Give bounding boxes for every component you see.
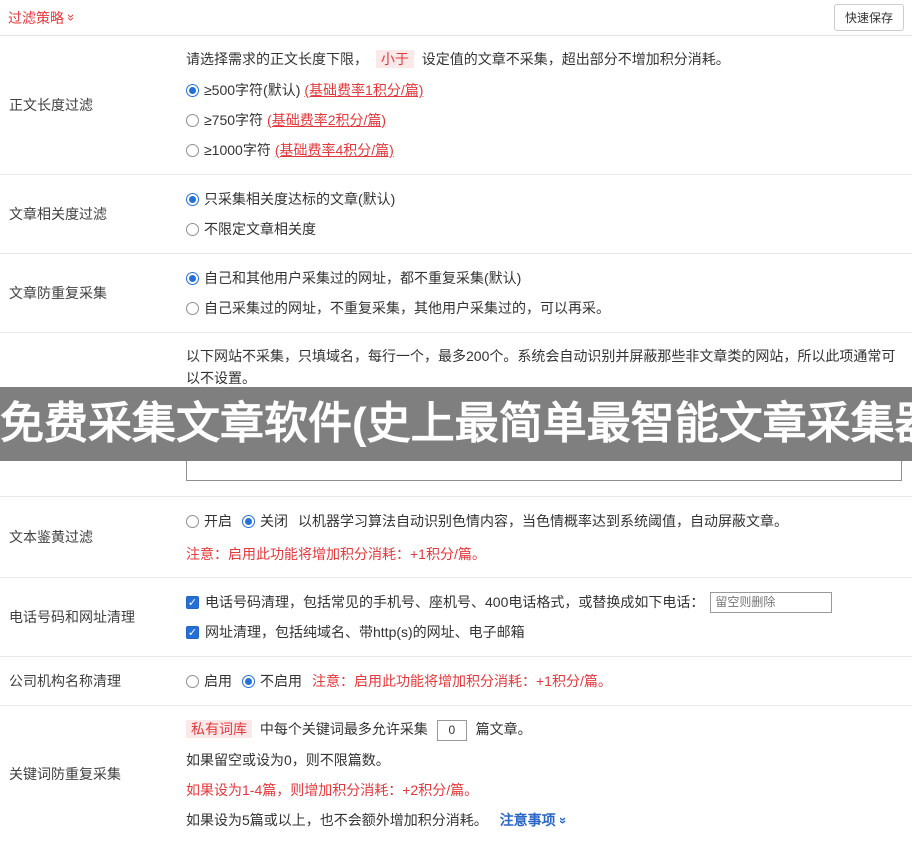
- section-site-block: 以下网站不采集，只填域名，每行一个，最多200个。系统会自动识别并屏蔽那些非文章…: [0, 333, 912, 497]
- notes-link[interactable]: 注意事项 »: [500, 812, 571, 828]
- keyword-dedup-line4: 如果设为5篇或以上，也不会额外增加积分消耗。 注意事项 »: [186, 811, 571, 828]
- company-clean-on[interactable]: 启用: [186, 669, 232, 693]
- section-label: 文章防重复采集: [9, 285, 107, 301]
- section-relevance-filter: 文章相关度过滤 只采集相关度达标的文章(默认) 不限定文章相关度: [0, 175, 912, 254]
- length-option-750[interactable]: ≥750字符 (基础费率2积分/篇): [186, 108, 906, 132]
- section-dedup-filter: 文章防重复采集 自己和其他用户采集过的网址，都不重复采集(默认) 自己采集过的网…: [0, 254, 912, 333]
- relevance-option-strict[interactable]: 只采集相关度达标的文章(默认): [186, 187, 906, 211]
- section-label: 关键词防重复采集: [9, 766, 121, 783]
- porn-option-off[interactable]: 关闭: [242, 509, 288, 533]
- porn-option-on[interactable]: 开启: [186, 509, 232, 533]
- radio-icon[interactable]: [186, 143, 199, 157]
- keyword-dedup-line1: 私有词库 中每个关键词最多允许采集 篇文章。: [186, 718, 906, 741]
- length-filter-intro: 请选择需求的正文长度下限， 小于 设定值的文章不采集，超出部分不增加积分消耗。: [186, 50, 730, 68]
- radio-icon[interactable]: [186, 514, 199, 528]
- site-block-desc: 以下网站不采集，只填域名，每行一个，最多200个。系统会自动识别并屏蔽那些非文章…: [186, 348, 896, 386]
- section-company-clean: 公司机构名称清理 启用 不启用 注意：启用此功能将增加积分消耗：+1积分/篇。: [0, 657, 912, 706]
- section-porn-filter: 文本鉴黄过滤 开启 关闭 以机器学习算法自动识别色情内容，当色情概率达到系统阈值…: [0, 497, 912, 578]
- relevance-option-any[interactable]: 不限定文章相关度: [186, 217, 906, 241]
- section-label: 电话号码和网址清理: [9, 609, 135, 625]
- porn-filter-note: 注意：启用此功能将增加积分消耗：+1积分/篇。: [186, 546, 486, 562]
- keyword-dedup-line3: 如果设为1-4篇，则增加积分消耗：+2积分/篇。: [186, 781, 479, 798]
- max-articles-input[interactable]: [436, 719, 467, 741]
- fee-note: (基础费率2积分/篇): [267, 112, 387, 128]
- less-than-tag: 小于: [375, 50, 414, 68]
- checkbox-checked-icon[interactable]: [186, 625, 199, 639]
- radio-checked-icon[interactable]: [186, 271, 199, 285]
- fee-note: (基础费率4积分/篇): [274, 142, 394, 158]
- radio-icon[interactable]: [186, 222, 199, 236]
- section-label: 正文长度过滤: [9, 97, 93, 113]
- page-title: 过滤策略: [8, 9, 64, 26]
- fee-note: (基础费率1积分/篇): [304, 82, 424, 98]
- keyword-dedup-line2: 如果留空或设为0，则不限篇数。: [186, 751, 390, 768]
- radio-icon[interactable]: [186, 113, 199, 127]
- chevron-down-icon: »: [64, 13, 80, 22]
- porn-filter-desc: 以机器学习算法自动识别色情内容，当色情概率达到系统阈值，自动屏蔽文章。: [298, 513, 788, 529]
- radio-checked-icon[interactable]: [242, 514, 255, 528]
- dedup-option-global[interactable]: 自己和其他用户采集过的网址，都不重复采集(默认): [186, 266, 906, 290]
- section-length-filter: 正文长度过滤 请选择需求的正文长度下限， 小于 设定值的文章不采集，超出部分不增…: [0, 36, 912, 175]
- watermark-banner: 免费采集文章软件(史上最简单最智能文章采集器破: [0, 387, 912, 461]
- quick-save-button[interactable]: 快速保存: [833, 4, 904, 31]
- replacement-phone-input[interactable]: [710, 591, 833, 613]
- length-option-1000[interactable]: ≥1000字符 (基础费率4积分/篇): [186, 138, 906, 162]
- radio-checked-icon[interactable]: [242, 674, 255, 688]
- section-label: 公司机构名称清理: [9, 673, 121, 689]
- length-option-500[interactable]: ≥500字符(默认) (基础费率1积分/篇): [186, 78, 906, 102]
- radio-checked-icon[interactable]: [186, 192, 199, 206]
- url-clean-option[interactable]: 网址清理，包括纯域名、带http(s)的网址、电子邮箱: [186, 620, 906, 644]
- company-clean-note: 注意：启用此功能将增加积分消耗：+1积分/篇。: [312, 673, 612, 689]
- radio-checked-icon[interactable]: [186, 83, 199, 97]
- section-keyword-dedup: 关键词防重复采集 私有词库 中每个关键词最多允许采集 篇文章。 如果留空或设为0…: [0, 706, 912, 843]
- chevron-down-icon: »: [555, 816, 571, 824]
- section-phone-url-clean: 电话号码和网址清理 电话号码清理，包括常见的手机号、座机号、400电话格式，或替…: [0, 578, 912, 657]
- radio-icon[interactable]: [186, 301, 199, 315]
- dedup-option-own[interactable]: 自己采集过的网址，不重复采集，其他用户采集过的，可以再采。: [186, 296, 906, 320]
- filter-strategy-toggle[interactable]: 过滤策略 »: [8, 8, 80, 28]
- topbar: 过滤策略 » 快速保存: [0, 0, 912, 36]
- phone-clean-option[interactable]: 电话号码清理，包括常见的手机号、座机号、400电话格式，或替换成如下电话：: [186, 590, 906, 614]
- checkbox-checked-icon[interactable]: [186, 595, 199, 609]
- private-lexicon-tag: 私有词库: [186, 720, 252, 738]
- section-label: 文本鉴黄过滤: [9, 529, 93, 545]
- radio-icon[interactable]: [186, 674, 199, 688]
- company-clean-off[interactable]: 不启用: [242, 669, 302, 693]
- section-label: 文章相关度过滤: [9, 206, 107, 222]
